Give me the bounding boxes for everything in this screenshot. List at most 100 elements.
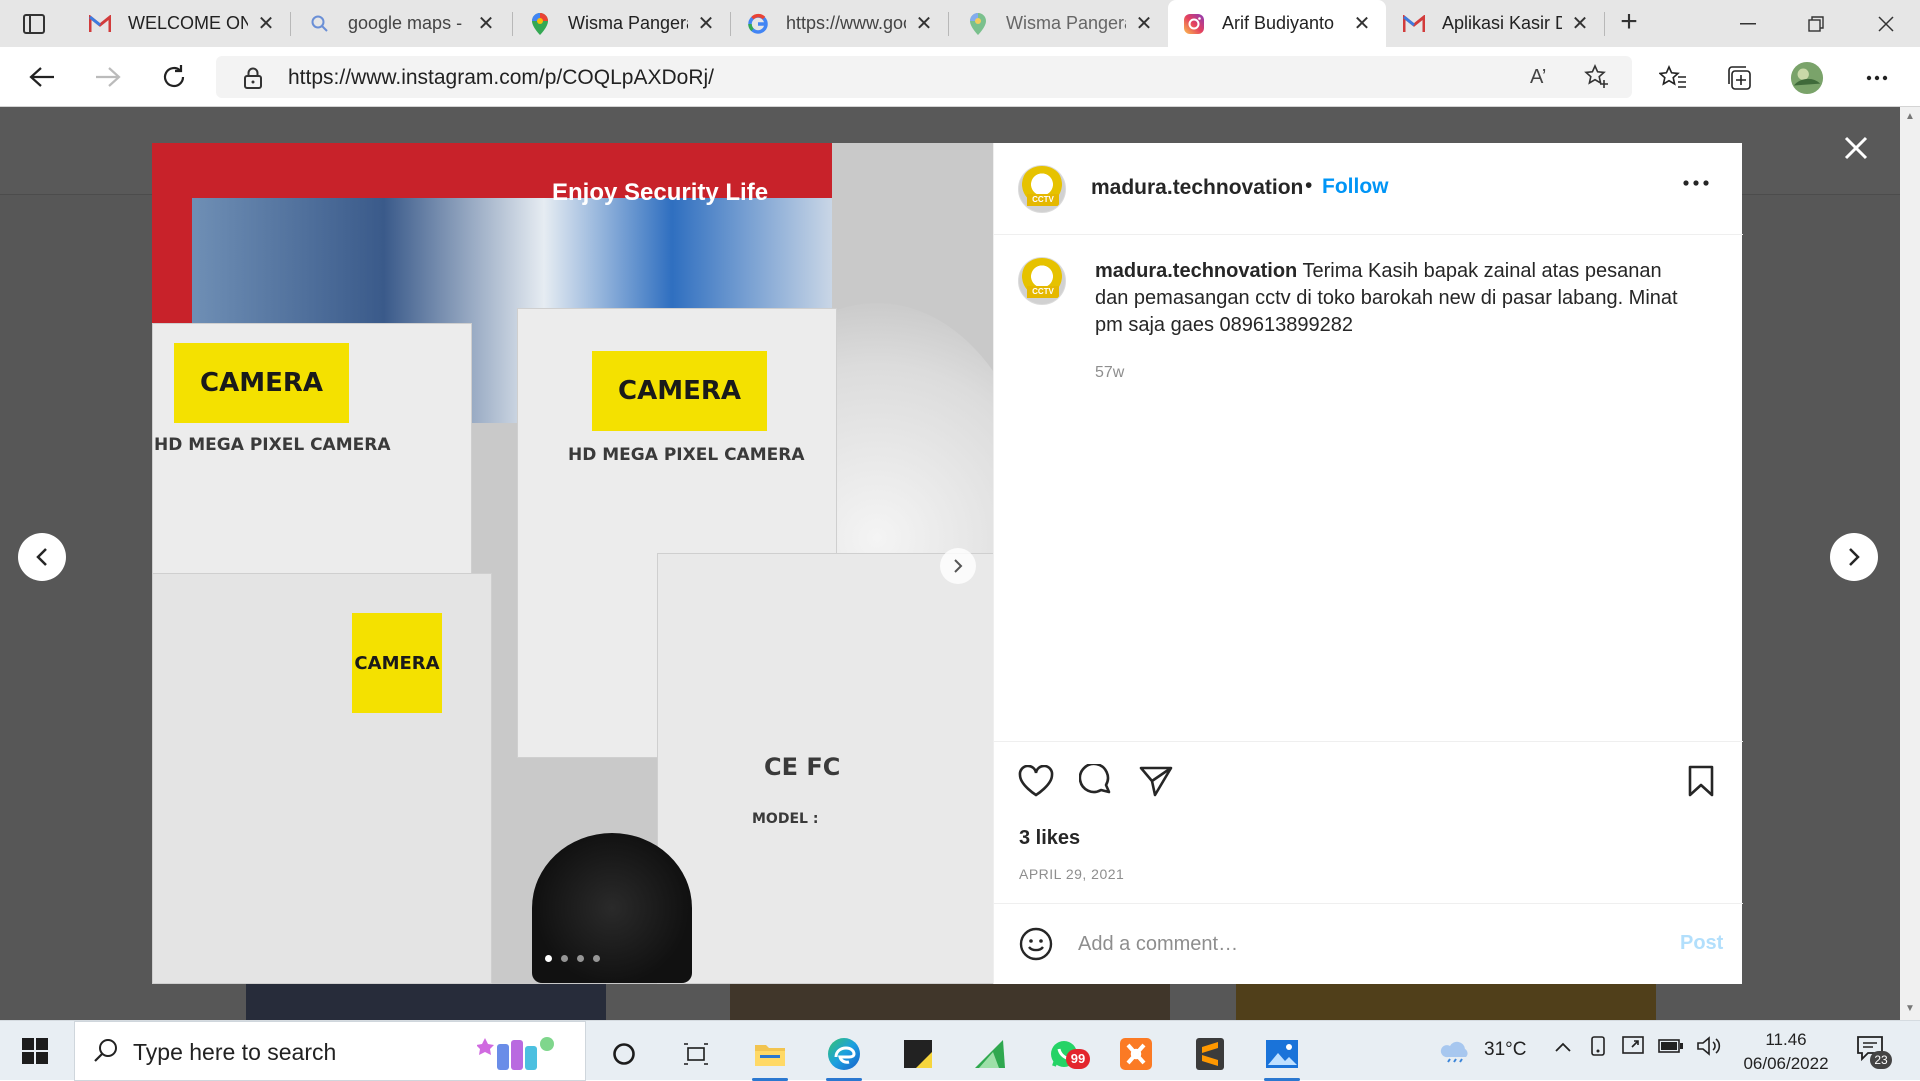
maps-pin-icon	[966, 12, 990, 36]
box-heading: HD MEGA PIXEL CAMERA	[154, 435, 391, 455]
tab-separator	[290, 12, 291, 36]
carousel-dot[interactable]	[545, 955, 552, 962]
avatar[interactable]: CCTV	[1018, 257, 1066, 305]
restore-button[interactable]	[1782, 0, 1850, 47]
carousel-dot[interactable]	[577, 955, 584, 962]
url-text[interactable]: https://www.instagram.com/p/COQLpAXDoRj/	[288, 66, 714, 90]
tab-arif-budiyanto[interactable]: Arif Budiyanto ✕	[1168, 0, 1386, 47]
post-comment-button[interactable]: Post	[1680, 932, 1723, 955]
profile-avatar[interactable]	[1790, 61, 1824, 95]
back-button[interactable]	[24, 59, 60, 95]
battery-icon[interactable]	[1658, 1037, 1684, 1061]
box-slogan: Enjoy Security Life	[552, 179, 769, 206]
temperature-text[interactable]: 31°C	[1484, 1039, 1526, 1061]
tab-welcome-online[interactable]: WELCOME ONLINE ✕	[74, 0, 290, 47]
likes-count[interactable]: 3 likes	[1019, 827, 1080, 850]
more-options-icon[interactable]	[1682, 173, 1718, 203]
comment-bubble-icon[interactable]	[1076, 761, 1116, 801]
xampp-icon[interactable]	[1106, 1027, 1166, 1081]
follow-button[interactable]: Follow	[1322, 175, 1389, 199]
close-icon[interactable]: ✕	[696, 11, 716, 36]
avatar[interactable]: CCTV	[1018, 165, 1066, 213]
close-icon[interactable]: ✕	[1352, 11, 1372, 36]
spreadsheet-app-icon[interactable]	[960, 1027, 1020, 1081]
volume-icon[interactable]	[1696, 1035, 1722, 1063]
edge-browser-icon[interactable]	[814, 1027, 874, 1081]
read-aloud-icon[interactable]: A’	[1530, 66, 1546, 89]
windows-taskbar: Type here to search 99 31°C 11.46 06/06/…	[0, 1020, 1920, 1081]
save-bookmark-icon[interactable]	[1681, 761, 1721, 801]
username-link[interactable]: madura.technovation	[1091, 176, 1303, 200]
tab-aplikasi-kasir[interactable]: Aplikasi Kasir D ✕	[1388, 0, 1604, 47]
meet-now-icon[interactable]	[1590, 1035, 1608, 1065]
carousel-dot[interactable]	[593, 955, 600, 962]
show-hidden-icons-chevron-up-icon[interactable]	[1554, 1037, 1572, 1059]
url-bar[interactable]: https://www.instagram.com/p/COQLpAXDoRj/…	[216, 56, 1632, 98]
instagram-icon	[1182, 12, 1206, 36]
tab-wisma-pangeran-2[interactable]: Wisma Pangeran ✕	[952, 0, 1168, 47]
photos-app-icon[interactable]	[1252, 1027, 1312, 1081]
windows-start-icon[interactable]	[14, 1035, 56, 1067]
refresh-button[interactable]	[156, 59, 192, 95]
tab-google-maps-search[interactable]: google maps - Search ✕	[294, 0, 510, 47]
next-post-button[interactable]	[1830, 533, 1878, 581]
carousel-next-button[interactable]	[940, 548, 976, 584]
weather-cloud-icon[interactable]	[1440, 1035, 1472, 1069]
carousel-dots	[545, 955, 600, 962]
post-age: 57w	[1095, 364, 1125, 381]
close-window-button[interactable]	[1852, 0, 1920, 47]
post-date: APRIL 29, 2021	[1019, 866, 1125, 882]
system-clock[interactable]: 11.46 06/06/2022	[1736, 1028, 1836, 1076]
close-icon[interactable]: ✕	[1134, 11, 1154, 36]
tab-title: WELCOME ONLINE	[128, 13, 248, 33]
post-photo[interactable]: Enjoy Security Life CAMERA HD MEGA PIXEL…	[152, 143, 993, 984]
tab-title: Wisma Pangeran	[568, 13, 688, 33]
scroll-up-icon[interactable]: ▲	[1905, 111, 1915, 122]
add-favorite-icon[interactable]	[1584, 64, 1610, 96]
notification-count-badge: 23	[1870, 1051, 1892, 1069]
screen-projection-icon[interactable]	[1622, 1035, 1648, 1063]
close-icon[interactable]: ✕	[476, 11, 496, 36]
forward-button[interactable]	[90, 59, 126, 95]
task-view-icon[interactable]	[666, 1027, 726, 1081]
emoji-smiley-icon[interactable]	[1018, 926, 1054, 962]
camera-label: CAMERA	[592, 351, 767, 431]
close-icon[interactable]: ✕	[1570, 11, 1590, 36]
tab-wisma-pangeran[interactable]: Wisma Pangeran ✕	[514, 0, 730, 47]
file-explorer-icon[interactable]	[740, 1027, 800, 1081]
scrollbar[interactable]: ▲ ▼	[1900, 107, 1920, 1020]
favorites-icon[interactable]	[1656, 61, 1690, 95]
taskbar-search[interactable]: Type here to search	[74, 1021, 586, 1081]
sublime-text-icon[interactable]	[1180, 1027, 1240, 1081]
notification-center-icon[interactable]: 23	[1856, 1035, 1892, 1071]
tab-google-url[interactable]: https://www.google ✕	[732, 0, 948, 47]
avatar-cctv-tag: CCTV	[1027, 194, 1059, 206]
close-modal-button[interactable]	[1838, 130, 1874, 166]
post-header: CCTV madura.technovation • Follow	[994, 143, 1743, 235]
whatsapp-icon[interactable]: 99	[1034, 1027, 1094, 1081]
settings-more-icon[interactable]	[1860, 61, 1894, 95]
lock-icon[interactable]	[244, 67, 262, 94]
previous-post-button[interactable]	[18, 533, 66, 581]
tab-title: Aplikasi Kasir D	[1442, 13, 1562, 33]
tab-bar: WELCOME ONLINE ✕ google maps - Search ✕ …	[0, 0, 1920, 47]
carousel-dot[interactable]	[561, 955, 568, 962]
collections-icon[interactable]	[1722, 61, 1756, 95]
sticky-notes-icon[interactable]	[888, 1027, 948, 1081]
tab-title: https://www.google	[786, 13, 906, 33]
caption-username[interactable]: madura.technovation	[1095, 260, 1297, 282]
tab-actions-icon[interactable]	[14, 10, 54, 38]
share-paper-plane-icon[interactable]	[1136, 761, 1176, 801]
scroll-down-icon[interactable]: ▼	[1905, 1003, 1915, 1014]
like-heart-icon[interactable]	[1016, 761, 1056, 801]
new-tab-button[interactable]: +	[1614, 7, 1644, 38]
close-icon[interactable]: ✕	[914, 11, 934, 36]
tab-separator	[948, 12, 949, 36]
minimize-button[interactable]	[1714, 0, 1782, 47]
cortana-icon[interactable]	[594, 1027, 654, 1081]
post-modal: Enjoy Security Life CAMERA HD MEGA PIXEL…	[152, 143, 1743, 984]
close-icon[interactable]: ✕	[256, 11, 276, 36]
post-caption: madura.technovation Terima Kasih bapak z…	[1095, 258, 1695, 339]
search-highlight-icon	[476, 1030, 577, 1074]
comment-input[interactable]	[1078, 926, 1638, 962]
